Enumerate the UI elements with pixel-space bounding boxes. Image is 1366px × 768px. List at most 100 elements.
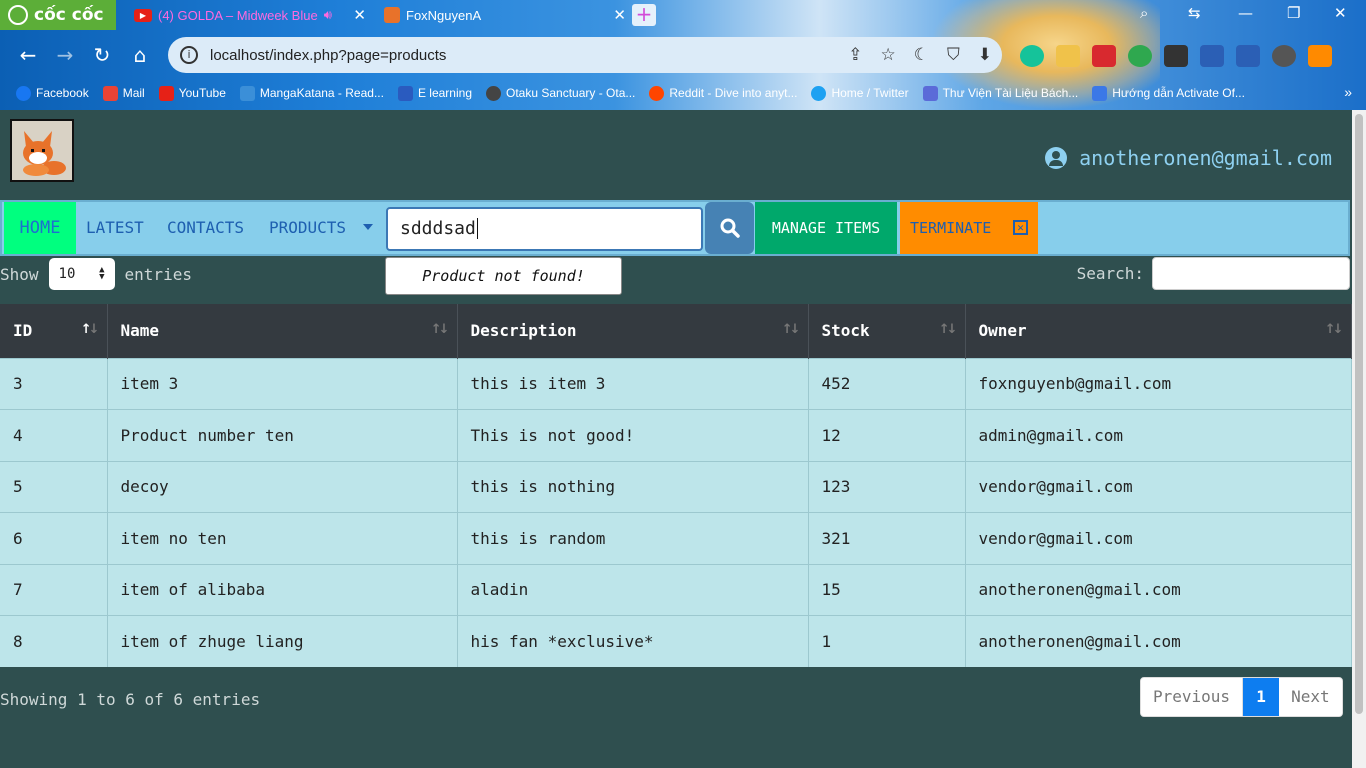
back-icon[interactable]: ← <box>16 43 40 67</box>
manage-items-button[interactable]: MANAGE ITEMS <box>755 202 897 254</box>
tab-strip: cốc cốc ▶ (4) GOLDA – Midweek Blue 🔊︎ ✕ … <box>0 0 1366 32</box>
window-close-icon[interactable]: ✕ <box>1334 4 1347 22</box>
bookmark-activate[interactable]: Hướng dẫn Activate Of... <box>1092 85 1245 101</box>
tab-search-icon[interactable]: ⌕ <box>1140 4 1148 22</box>
close-icon[interactable]: ✕ <box>353 6 374 24</box>
reddit-icon <box>649 85 665 101</box>
nav-home[interactable]: HOME <box>4 202 76 254</box>
browser-logo[interactable]: cốc cốc <box>0 0 116 30</box>
column-label: Name <box>120 321 160 341</box>
bookmark-reddit[interactable]: Reddit - Dive into anyt... <box>649 85 798 101</box>
nav-latest[interactable]: LATEST <box>86 202 144 254</box>
page-length-select[interactable]: 10 ▲ ▼ <box>48 258 115 290</box>
column-header-description[interactable]: Description ↑↓ <box>457 304 809 358</box>
extension-icon[interactable] <box>1056 45 1080 67</box>
minimize-icon[interactable]: — <box>1238 4 1253 22</box>
home-icon[interactable]: ⌂ <box>128 43 152 67</box>
scrollbar-thumb[interactable] <box>1355 114 1363 714</box>
bookmark-thuvien[interactable]: Thư Viện Tài Liệu Bách... <box>922 85 1078 101</box>
download-icon[interactable]: ⬇ <box>978 45 992 65</box>
column-header-owner[interactable]: Owner ↑↓ <box>965 304 1352 358</box>
mangakatana-icon <box>239 85 255 101</box>
dark-mode-icon[interactable]: ☾ <box>914 45 929 65</box>
extension-icon[interactable] <box>1128 45 1152 67</box>
show-label: Show <box>0 264 39 284</box>
page-scrollbar[interactable] <box>1352 110 1366 768</box>
bookmark-mangakatana[interactable]: MangaKatana - Read... <box>239 85 384 101</box>
nav-contacts[interactable]: CONTACTS <box>167 202 244 254</box>
bookmark-twitter[interactable]: Home / Twitter <box>811 85 909 101</box>
bookmark-label: Home / Twitter <box>831 86 909 100</box>
extension-icon[interactable] <box>1164 45 1188 67</box>
product-search-input[interactable]: sdddsad <box>386 207 703 251</box>
youtube-icon: ▶ <box>134 8 152 22</box>
cell-stock: 321 <box>808 512 966 564</box>
previous-page-button[interactable]: Previous <box>1141 678 1244 716</box>
twitter-icon <box>811 85 827 101</box>
tab-foxnguyena[interactable]: FoxNguyenA ✕ <box>384 0 634 30</box>
speaker-icon[interactable]: 🔊︎ <box>324 7 332 23</box>
cell-stock: 1 <box>808 615 966 667</box>
shield-icon[interactable]: ⛉ <box>947 45 960 65</box>
main-navbar: HOME LATEST CONTACTS PRODUCTS sdddsad MA… <box>0 200 1350 256</box>
address-bar[interactable]: i localhost/index.php?page=products ⇪ ☆ … <box>168 37 1002 73</box>
sort-asc-icon: ↑↓ <box>80 322 100 337</box>
reload-icon[interactable]: ↻ <box>90 43 114 67</box>
puzzle-icon[interactable] <box>1200 45 1224 67</box>
otaku-icon <box>486 85 501 101</box>
elearning-icon <box>397 85 413 101</box>
page-1-button[interactable]: 1 <box>1243 678 1280 716</box>
site-info-icon[interactable]: i <box>180 46 198 64</box>
terminate-button[interactable]: TERMINATE ✕ <box>900 202 1038 254</box>
table-search-input[interactable] <box>1152 257 1350 290</box>
new-tab-button[interactable]: + <box>632 4 656 26</box>
upload-icon[interactable] <box>1308 45 1332 67</box>
forward-icon[interactable]: → <box>53 43 77 67</box>
bookmark-youtube[interactable]: YouTube <box>158 85 226 101</box>
facebook-icon <box>16 85 31 101</box>
user-email[interactable]: anotheronen@gmail.com <box>1079 146 1332 170</box>
address-url[interactable]: localhost/index.php?page=products <box>210 47 446 64</box>
cell-name: item of zhuge liang <box>107 615 458 667</box>
column-header-id[interactable]: ID ↑↓ <box>0 304 108 358</box>
extension-icon[interactable] <box>1092 45 1116 67</box>
cell-owner: anotheronen@gmail.com <box>965 615 1352 667</box>
nav-products[interactable]: PRODUCTS <box>269 202 346 254</box>
bookmark-mail[interactable]: Mail <box>102 85 145 101</box>
bookmark-otaku[interactable]: Otaku Sanctuary - Ota... <box>486 85 635 101</box>
sort-icon: ↑↓ <box>781 322 801 337</box>
next-page-button[interactable]: Next <box>1279 678 1342 716</box>
tab-youtube[interactable]: ▶ (4) GOLDA – Midweek Blue 🔊︎ ✕ <box>134 0 374 30</box>
cell-id: 5 <box>0 460 108 513</box>
column-header-name[interactable]: Name ↑↓ <box>107 304 458 358</box>
back-forward-icon[interactable]: ⇆ <box>1188 4 1201 22</box>
bookmark-label: Reddit - Dive into anyt... <box>669 86 798 100</box>
docs-icon <box>1092 85 1108 101</box>
tab-title: (4) GOLDA – Midweek Blue <box>158 7 318 23</box>
chevron-down-icon[interactable] <box>363 224 373 230</box>
restore-icon[interactable]: ❐ <box>1287 4 1300 22</box>
table-row: 6 item no ten this is random 321 vendor@… <box>0 512 1352 564</box>
site-logo[interactable] <box>10 119 74 182</box>
cell-name: decoy <box>107 460 458 513</box>
more-bookmarks-icon[interactable]: » <box>1344 84 1352 100</box>
grammarly-icon[interactable] <box>1020 45 1044 67</box>
text-cursor <box>476 218 478 239</box>
column-header-stock[interactable]: Stock ↑↓ <box>808 304 966 358</box>
share-icon[interactable]: ⇪ <box>848 45 862 65</box>
cell-name: item no ten <box>107 512 458 564</box>
search-button[interactable] <box>705 202 754 254</box>
search-input-value: sdddsad <box>400 218 476 239</box>
bookmark-elearning[interactable]: E learning <box>397 85 472 101</box>
playlist-icon[interactable] <box>1236 45 1260 67</box>
user-account[interactable]: anotheronen@gmail.com <box>1045 146 1332 170</box>
profile-avatar[interactable] <box>1272 45 1296 67</box>
cell-owner: admin@gmail.com <box>965 409 1352 461</box>
close-box-icon: ✕ <box>1013 220 1028 235</box>
bookmark-facebook[interactable]: Facebook <box>16 85 89 101</box>
bookmark-star-icon[interactable]: ☆ <box>881 45 896 65</box>
cell-description: this is random <box>457 512 809 564</box>
fox-icon <box>384 7 400 23</box>
close-icon[interactable]: ✕ <box>613 6 634 24</box>
products-table: ID ↑↓ Name ↑↓ Description ↑↓ Stock ↑↓ Owner ↑… <box>0 304 1352 667</box>
